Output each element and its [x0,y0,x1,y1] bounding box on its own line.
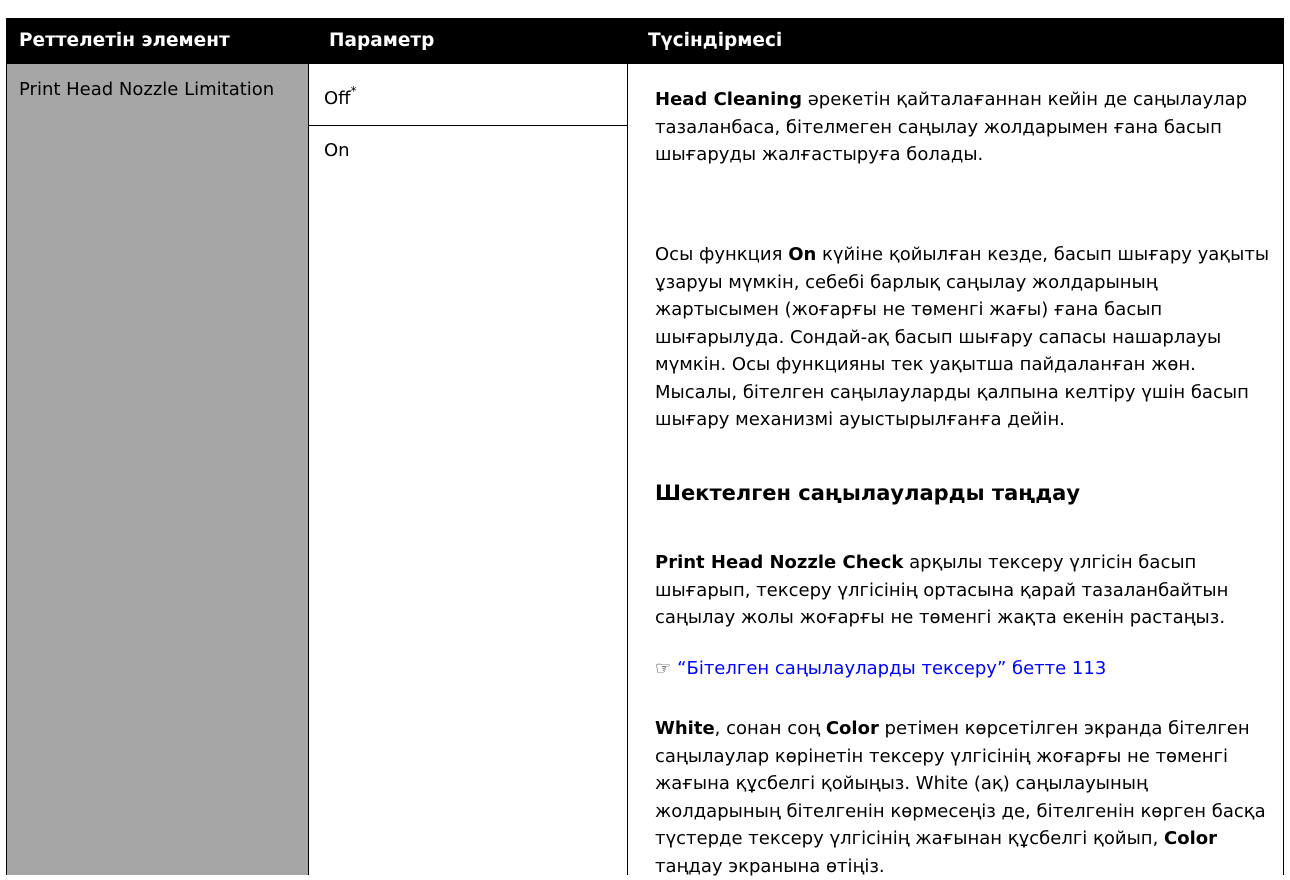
default-mark: * [350,84,357,98]
description-cell: Head Cleaning әрекетін қайталағаннан кей… [627,64,1283,877]
param-label: On [324,140,350,161]
param-label: Off [324,88,351,109]
link-text[interactable]: “Бітелген саңылауларды тексеру” бетте 11… [677,658,1106,679]
desc-paragraph-1: Head Cleaning әрекетін қайталағаннан кей… [655,89,1248,165]
desc-paragraph-4: White, сонан соң Color ретімен көрсетілг… [655,718,1266,877]
item-name: Print Head Nozzle Limitation [19,79,275,100]
table-header: Реттелетін элемент Параметр Түсіндірмесі [7,18,1283,64]
header-item: Реттелетін элемент [19,30,230,51]
item-cell: Print Head Nozzle Limitation [7,64,309,875]
section-heading: Шектелген саңылауларды таңдау [655,481,1081,505]
header-parameter: Параметр [329,30,435,51]
header-description: Түсіндірмесі [648,30,783,51]
cross-reference-link[interactable]: ☞ “Бітелген саңылауларды тексеру” бетте 1… [655,658,1106,679]
param-option-off: Off* [308,64,627,126]
desc-paragraph-2: Осы функция On күйіне қойылған кезде, ба… [655,244,1270,430]
parameter-cell: Off* On [308,64,628,875]
settings-table: Реттелетін элемент Параметр Түсіндірмесі… [6,18,1284,877]
desc-paragraph-3: Print Head Nozzle Check арқылы тексеру ү… [655,552,1229,628]
pointing-hand-icon: ☞ [655,658,672,679]
